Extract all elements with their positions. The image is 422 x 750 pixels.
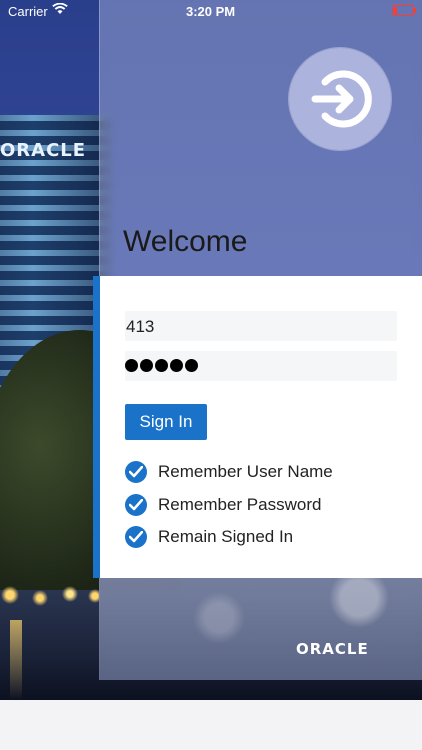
status-bar: Carrier 3:20 PM [0,0,422,22]
checkmark-icon[interactable] [125,526,147,548]
remember-password-option[interactable]: Remember Password [125,493,321,517]
card-accent-bar [93,276,100,578]
option-label: Remain Signed In [158,527,294,546]
username-value: 413 [126,317,155,336]
bottom-area [0,700,422,750]
clock: 3:20 PM [186,4,236,19]
carrier-label: Carrier [8,4,48,19]
street-lights [0,580,110,610]
panel-bottom-blur [99,578,422,680]
password-mask [125,351,200,372]
checkmark-icon[interactable] [125,461,147,483]
option-label: Remember User Name [158,462,333,481]
login-card: 413 Sign In Remember User Name Remember … [93,276,422,578]
oracle-logo: ORACLE [296,640,369,658]
checkmark-icon[interactable] [125,494,147,516]
light-reflection [10,620,22,700]
wifi-icon [52,2,68,18]
remain-signed-in-option[interactable]: Remain Signed In [125,525,293,549]
option-label: Remember Password [158,495,322,514]
sign-in-button[interactable]: Sign In [125,404,207,440]
building-sign: ORACLE [0,140,87,161]
battery-icon [392,5,416,16]
username-field[interactable]: 413 [125,311,397,341]
remember-username-option[interactable]: Remember User Name [125,460,333,484]
welcome-heading: Welcome [123,225,248,258]
sign-in-arrow-icon[interactable] [289,48,391,150]
password-field[interactable] [125,351,397,381]
